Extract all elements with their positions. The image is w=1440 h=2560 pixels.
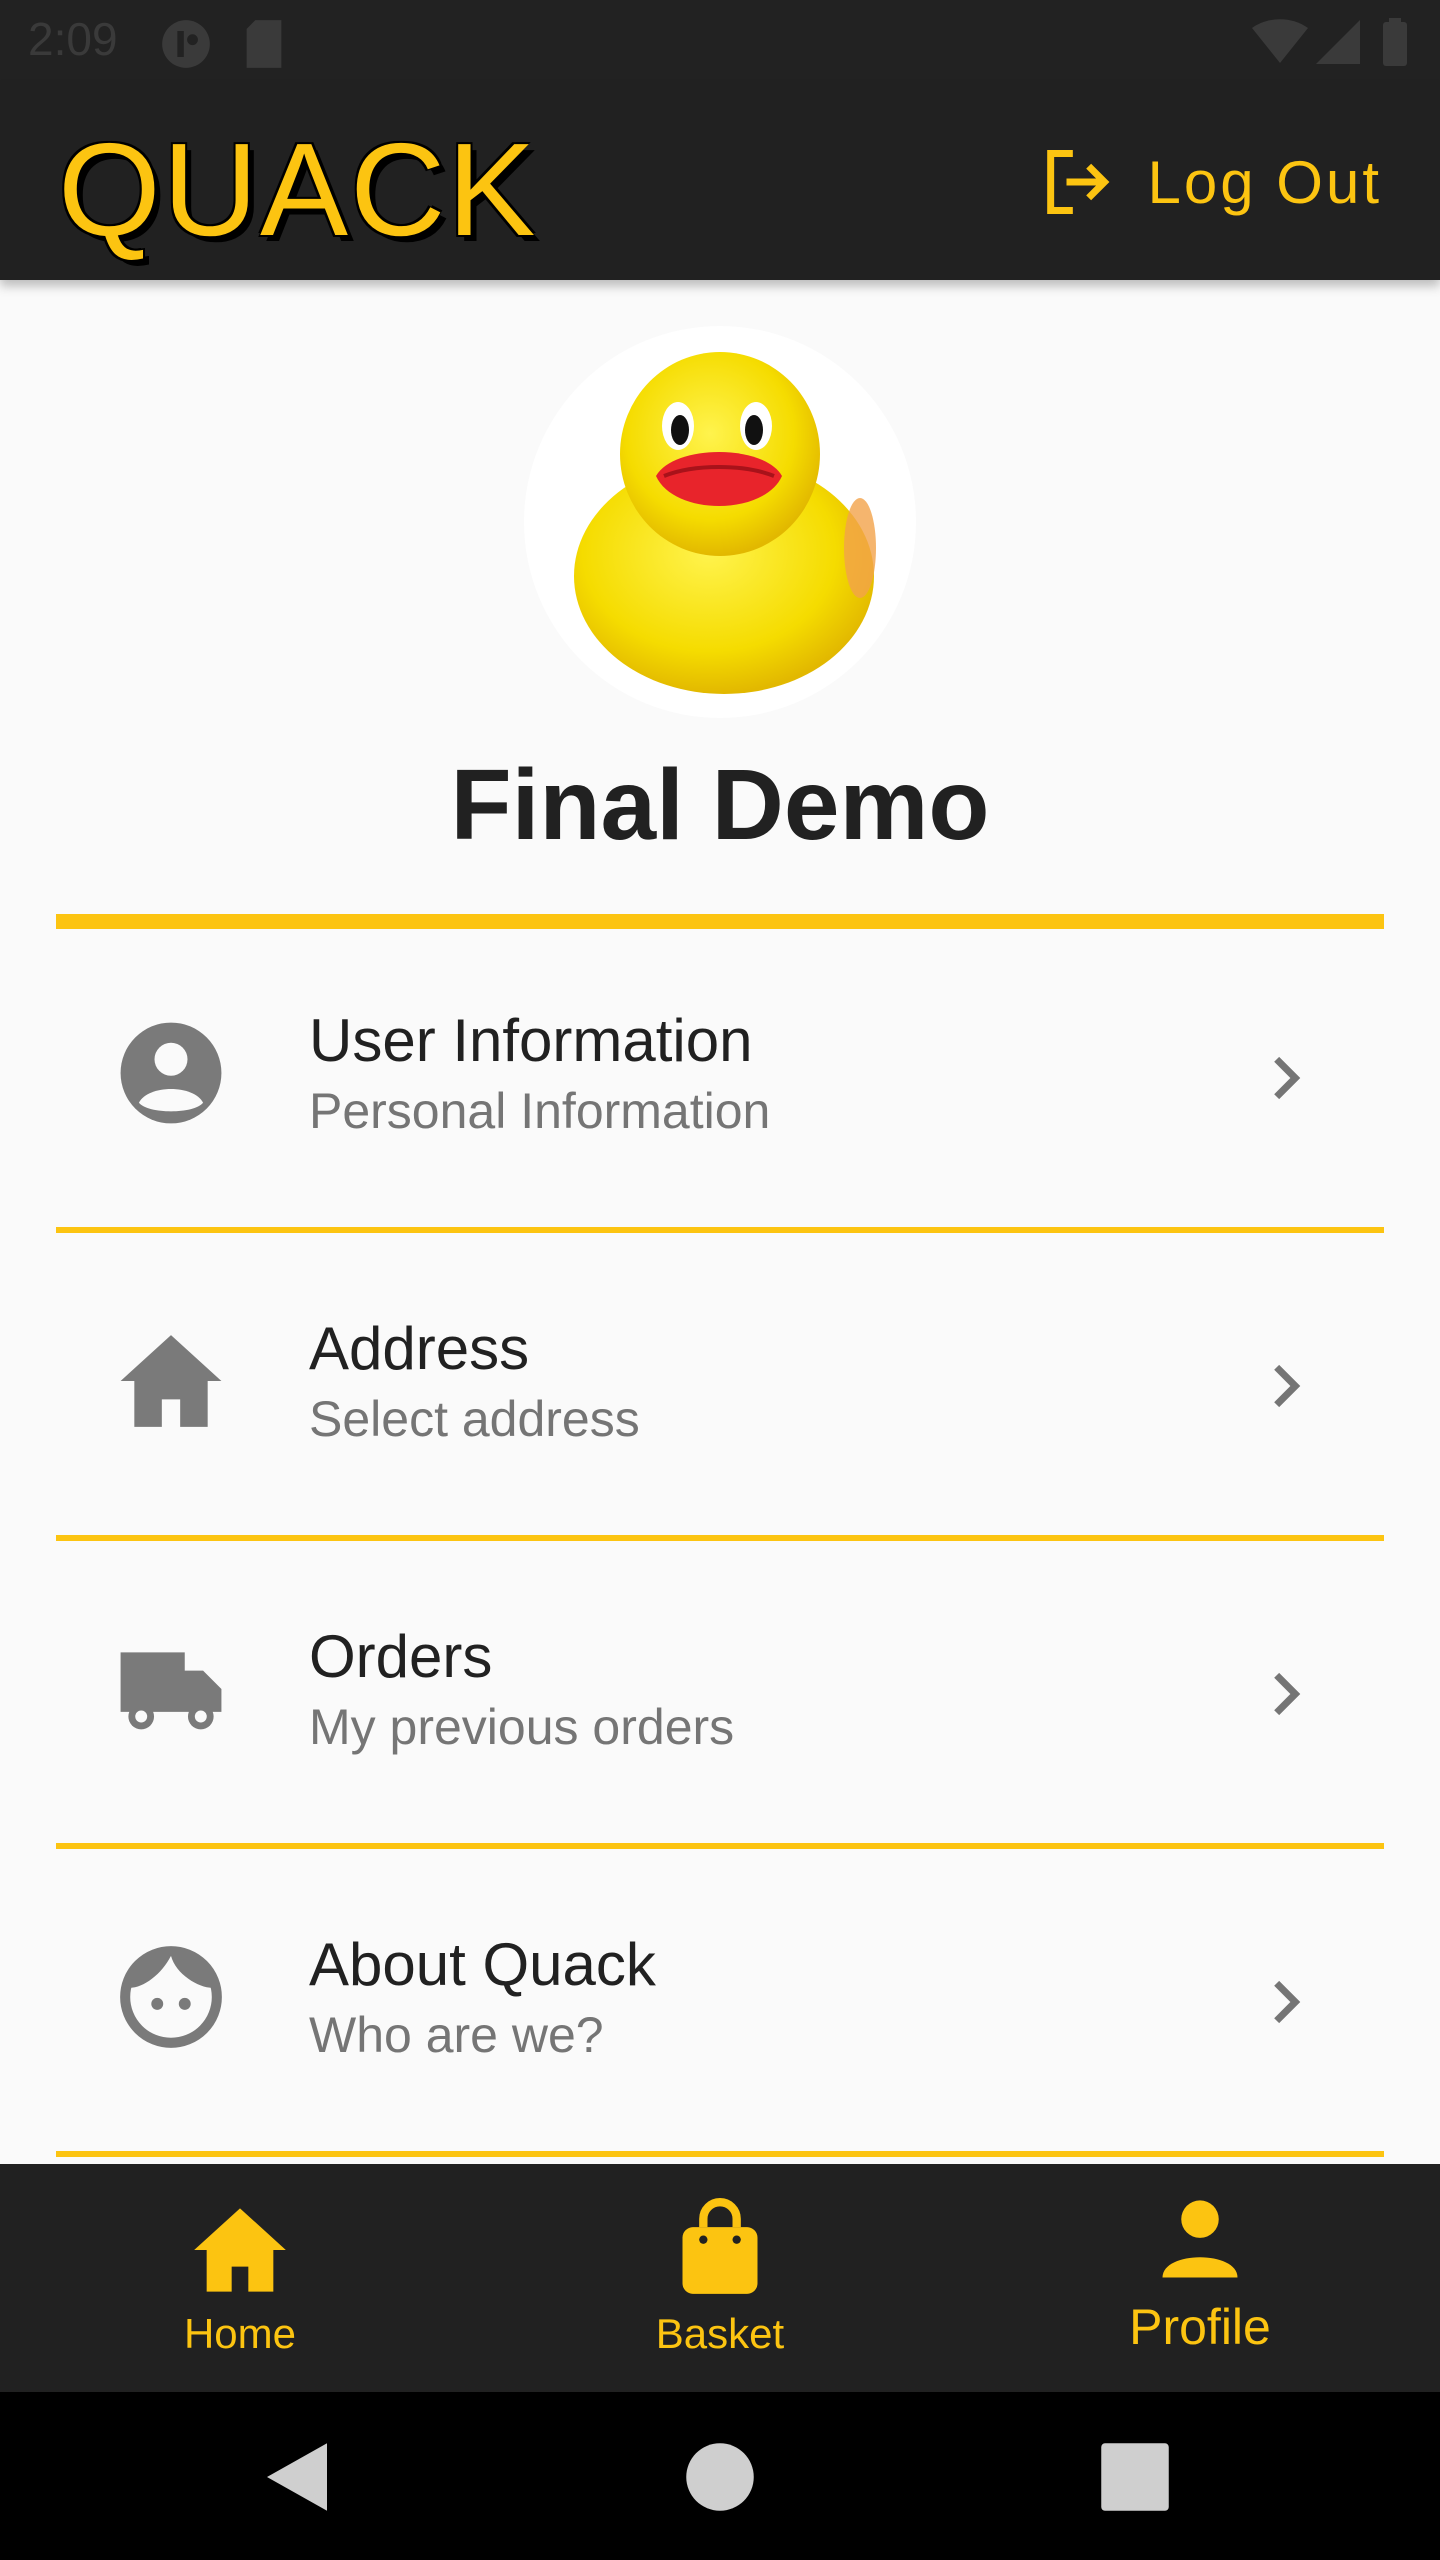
app-logo: QUACK: [58, 116, 538, 263]
truck-icon: [120, 1652, 222, 1730]
home-icon: [194, 2208, 286, 2292]
chevron-right-icon: [1274, 1980, 1301, 2024]
chevron-right-icon: [1274, 1672, 1301, 1716]
nav-item-home[interactable]: Home: [0, 2164, 480, 2392]
home-button-icon[interactable]: [675, 2432, 765, 2522]
menu-item-user-information[interactable]: User Information Personal Information: [56, 928, 1384, 1228]
chevron-right-icon: [1274, 1364, 1301, 1408]
nav-label-profile: Profile: [1129, 2299, 1271, 2355]
face-icon: [120, 1946, 222, 2048]
system-navigation-bar: [0, 2392, 1440, 2560]
nav-item-basket[interactable]: Basket: [480, 2164, 960, 2392]
battery-icon: [1383, 18, 1407, 66]
account-circle-icon: [120, 1022, 222, 1124]
app-bar: QUACK Log Out: [0, 84, 1440, 280]
wifi-icon: [1252, 19, 1308, 63]
notification-badge-icon: [162, 20, 210, 68]
status-time: 2:09: [28, 13, 118, 65]
divider: [56, 1843, 1384, 1849]
nav-label-home: Home: [183, 2310, 297, 2357]
nav-label-basket: Basket: [655, 2310, 785, 2357]
menu-item-subtitle: Who are we?: [309, 2007, 604, 2063]
cellular-signal-icon: [1316, 20, 1360, 64]
menu-item-orders[interactable]: Orders My previous orders: [56, 1544, 1384, 1844]
menu-item-title: Orders: [309, 1623, 493, 1690]
menu-item-subtitle: Personal Information: [309, 1083, 771, 1139]
person-icon: [1162, 2200, 1238, 2278]
sd-card-icon: [246, 20, 282, 68]
bottom-navigation: Home Basket Profile: [0, 2164, 1440, 2392]
menu-item-subtitle: Select address: [309, 1391, 640, 1447]
divider: [56, 914, 1384, 929]
back-icon[interactable]: [252, 2432, 342, 2522]
logout-label: Log Out: [1147, 148, 1382, 216]
logout-icon: [1046, 150, 1109, 214]
chevron-right-icon: [1274, 1056, 1301, 1100]
rubber-duck-avatar: [574, 352, 876, 694]
shopping-bag-icon: [682, 2198, 758, 2294]
menu-item-address[interactable]: Address Select address: [56, 1236, 1384, 1536]
recents-icon[interactable]: [1090, 2432, 1180, 2522]
profile-avatar: [524, 326, 916, 718]
divider: [56, 1535, 1384, 1541]
menu-item-subtitle: My previous orders: [309, 1699, 735, 1755]
nav-item-profile[interactable]: Profile: [960, 2164, 1440, 2392]
status-bar: 2:09: [0, 0, 1440, 84]
divider: [56, 1227, 1384, 1233]
menu-item-title: User Information: [309, 1007, 753, 1074]
profile-name: Final Demo: [450, 749, 990, 861]
logout-button[interactable]: Log Out: [1038, 140, 1383, 224]
divider: [56, 2151, 1384, 2157]
menu-item-title: Address: [309, 1315, 530, 1382]
menu-item-title: About Quack: [309, 1931, 656, 1998]
home-icon: [120, 1335, 222, 1427]
menu-item-about-quack[interactable]: About Quack Who are we?: [56, 1852, 1384, 2152]
